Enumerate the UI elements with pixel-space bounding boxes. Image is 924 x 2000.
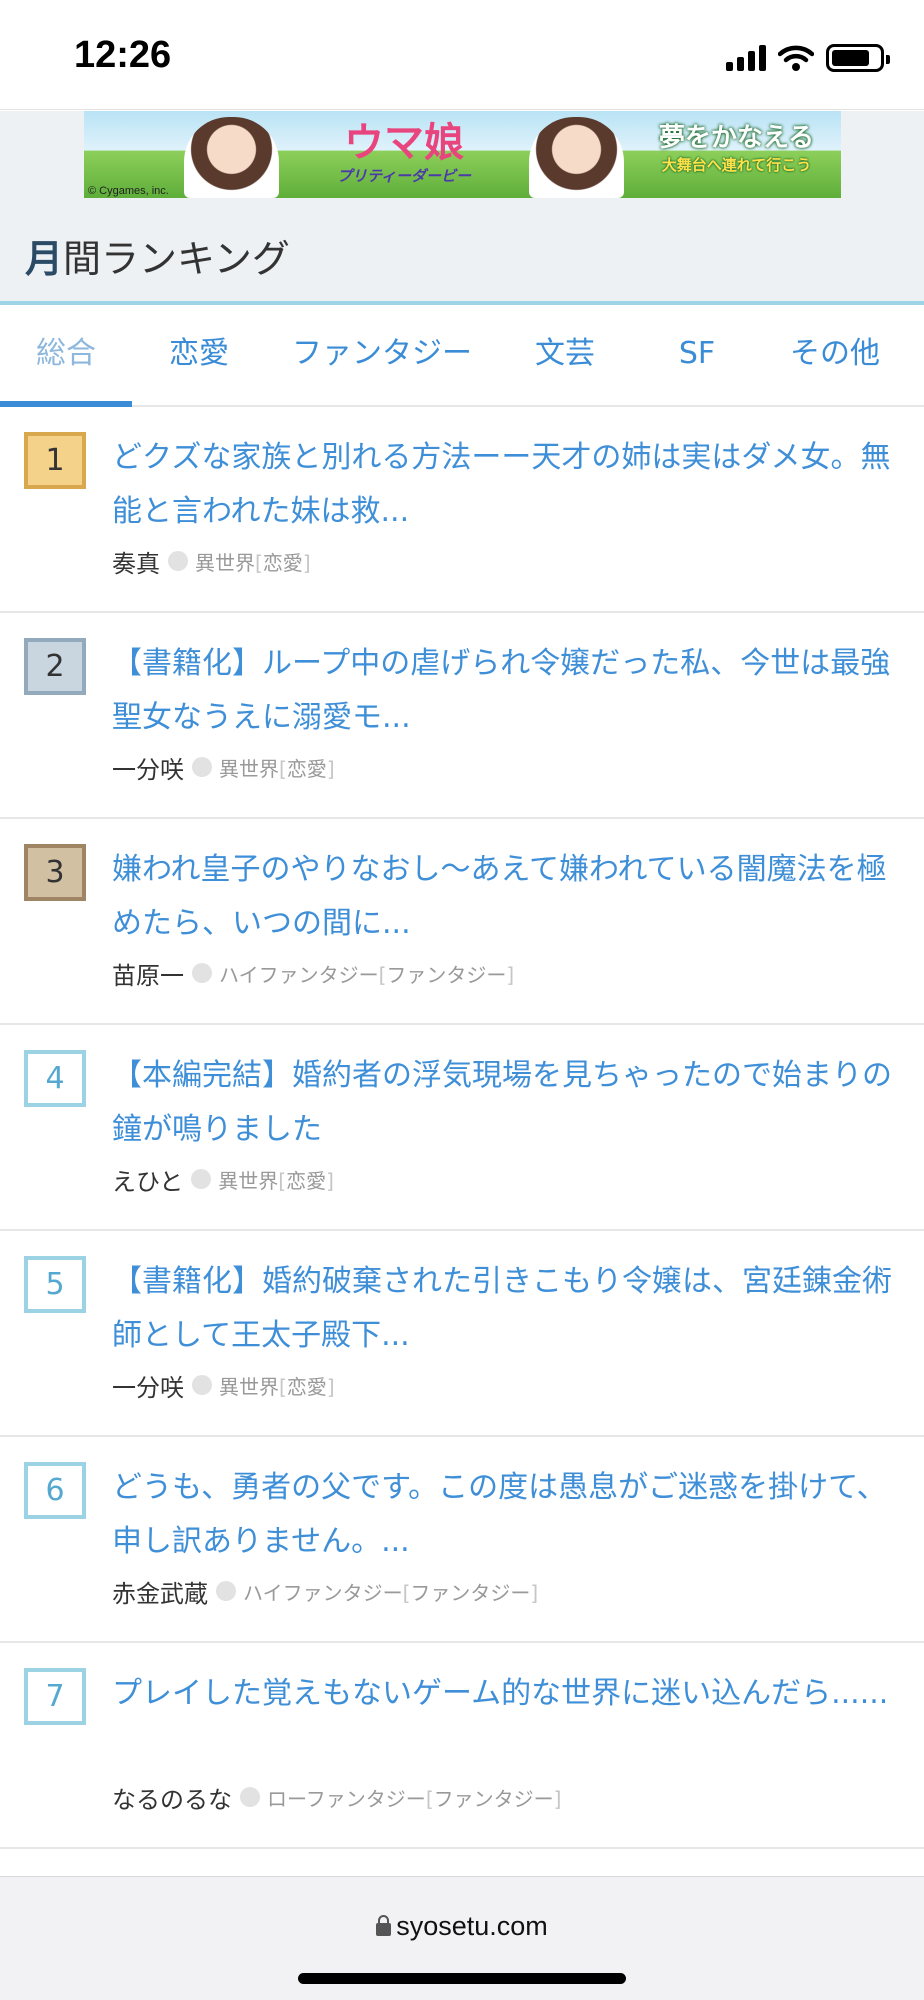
novel-meta: なるのるな ローファンタジー[ファンタジー] xyxy=(112,1779,561,1815)
novel-title-link[interactable]: 【書籍化】ループ中の虐げられ令嬢だった私、今世は最強聖女なうえに溺愛モ... xyxy=(112,637,902,745)
battery-level xyxy=(832,50,869,66)
banner-character-image xyxy=(529,117,624,198)
list-item[interactable]: 2 【書籍化】ループ中の虐げられ令嬢だった私、今世は最強聖女なうえに溺愛モ...… xyxy=(0,613,924,819)
status-bar: 12:26 xyxy=(0,0,924,110)
novel-meta: 奏真 異世界[恋愛] xyxy=(112,543,311,579)
banner-slogan: 夢をかなえる 大舞台へ連れて行こう xyxy=(658,123,815,174)
genre-label: 異世界[恋愛] xyxy=(218,1168,334,1193)
page-title: 月間ランキング xyxy=(25,237,290,281)
status-icons xyxy=(726,40,890,76)
list-item[interactable]: 3 嫌われ皇子のやりなおし～あえて嫌われている闇魔法を極めたら、いつの間に...… xyxy=(0,819,924,1025)
dot-icon xyxy=(216,1581,236,1601)
rank-badge: 2 xyxy=(24,638,86,695)
tab-other[interactable]: その他 xyxy=(770,305,900,405)
list-item[interactable]: 5 【書籍化】婚約破棄された引きこもり令嬢は、宮廷錬金術師として王太子殿下...… xyxy=(0,1231,924,1437)
lock-icon xyxy=(376,1915,392,1936)
tab-overall[interactable]: 総合 xyxy=(0,305,132,405)
url-text: syosetu.com xyxy=(396,1911,548,1941)
author-name[interactable]: 一分咲 xyxy=(112,1368,184,1403)
novel-title-link[interactable]: どうも、勇者の父です。この度は愚息がご迷惑を掛けて、申し訳ありません。... xyxy=(112,1461,902,1569)
novel-meta: 一分咲 異世界[恋愛] xyxy=(112,749,335,785)
genre-label: 異世界[恋愛] xyxy=(219,1374,335,1399)
rank-badge: 5 xyxy=(24,1256,86,1313)
author-name[interactable]: 苗原一 xyxy=(112,956,184,991)
genre-label: 異世界[恋愛] xyxy=(219,756,335,781)
list-item[interactable]: 1 どクズな家族と別れる方法ーー天才の姉は実はダメ女。無能と言われた妹は救...… xyxy=(0,407,924,613)
home-indicator[interactable] xyxy=(298,1973,626,1984)
list-item[interactable]: 6 どうも、勇者の父です。この度は愚息がご迷惑を掛けて、申し訳ありません。...… xyxy=(0,1437,924,1643)
ranking-list: 1 どクズな家族と別れる方法ーー天才の姉は実はダメ女。無能と言われた妹は救...… xyxy=(0,407,924,1849)
rank-badge: 4 xyxy=(24,1050,86,1107)
genre-label: 異世界[恋愛] xyxy=(195,550,311,575)
banner-copyright: © Cygames, inc. xyxy=(88,185,169,197)
banner-area: ウマ娘 プリティーダービー 夢をかなえる 大舞台へ連れて行こう © Cygame… xyxy=(0,111,924,301)
category-tabs: 総合 恋愛 ファンタジー 文芸 SF その他 xyxy=(0,301,924,407)
genre-label: ハイファンタジー[ファンタジー] xyxy=(243,1580,539,1605)
url-display[interactable]: syosetu.com xyxy=(0,1911,924,1942)
novel-title-link[interactable]: 嫌われ皇子のやりなおし～あえて嫌われている闇魔法を極めたら、いつの間に... xyxy=(112,843,902,951)
dot-icon xyxy=(191,1169,212,1189)
author-name[interactable]: 赤金武蔵 xyxy=(112,1574,208,1609)
rank-badge: 1 xyxy=(24,432,86,489)
rank-badge: 7 xyxy=(24,1668,86,1725)
genre-label: ローファンタジー[ファンタジー] xyxy=(267,1786,562,1811)
tab-fantasy[interactable]: ファンタジー xyxy=(272,305,492,405)
dot-icon xyxy=(192,757,212,777)
tab-literature[interactable]: 文芸 xyxy=(506,305,624,405)
dot-icon xyxy=(168,551,188,571)
status-time: 12:26 xyxy=(74,34,172,76)
novel-meta: 赤金武蔵 ハイファンタジー[ファンタジー] xyxy=(112,1573,538,1609)
rank-badge: 3 xyxy=(24,844,86,901)
novel-meta: 苗原一 ハイファンタジー[ファンタジー] xyxy=(112,955,514,991)
list-item[interactable]: 4 【本編完結】婚約者の浮気現場を見ちゃったので始まりの鐘が鳴りました えひと … xyxy=(0,1025,924,1231)
novel-meta: えひと 異世界[恋愛] xyxy=(112,1161,334,1197)
battery-icon xyxy=(826,44,890,72)
banner-logo: ウマ娘 プリティーダービー xyxy=(336,120,472,185)
rank-badge: 6 xyxy=(24,1462,86,1519)
novel-title-link[interactable]: どクズな家族と別れる方法ーー天才の姉は実はダメ女。無能と言われた妹は救... xyxy=(112,431,902,539)
list-item[interactable]: 7 プレイした覚えもないゲーム的な世界に迷い込んだら...... なるのるな ロ… xyxy=(0,1643,924,1849)
wifi-icon xyxy=(778,45,814,71)
author-name[interactable]: なるのるな xyxy=(112,1780,232,1815)
tab-sf[interactable]: SF xyxy=(638,305,756,405)
banner-character-image xyxy=(184,117,279,198)
novel-title-link[interactable]: 【本編完結】婚約者の浮気現場を見ちゃったので始まりの鐘が鳴りました xyxy=(112,1049,902,1157)
dot-icon xyxy=(240,1787,260,1807)
author-name[interactable]: えひと xyxy=(112,1162,183,1197)
author-name[interactable]: 一分咲 xyxy=(112,750,184,785)
novel-meta: 一分咲 異世界[恋愛] xyxy=(112,1367,335,1403)
promo-banner[interactable]: ウマ娘 プリティーダービー 夢をかなえる 大舞台へ連れて行こう © Cygame… xyxy=(84,111,841,198)
novel-title-link[interactable]: プレイした覚えもないゲーム的な世界に迷い込んだら...... xyxy=(112,1667,902,1721)
tab-romance[interactable]: 恋愛 xyxy=(140,305,258,405)
dot-icon xyxy=(192,963,212,983)
author-name[interactable]: 奏真 xyxy=(112,544,160,579)
genre-label: ハイファンタジー[ファンタジー] xyxy=(219,962,515,987)
browser-address-bar[interactable]: syosetu.com xyxy=(0,1876,924,2000)
dot-icon xyxy=(192,1375,212,1395)
cellular-signal-icon xyxy=(726,45,766,71)
novel-title-link[interactable]: 【書籍化】婚約破棄された引きこもり令嬢は、宮廷錬金術師として王太子殿下... xyxy=(112,1255,902,1363)
